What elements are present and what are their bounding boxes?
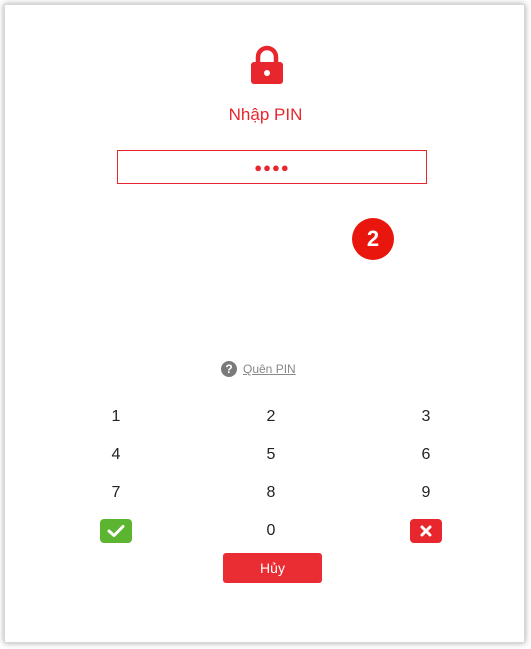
check-icon <box>107 525 125 537</box>
key-0[interactable]: 0 <box>251 518 291 544</box>
key-4[interactable]: 4 <box>96 442 136 468</box>
key-7[interactable]: 7 <box>96 480 136 506</box>
forgot-pin-link[interactable]: ? Quên PIN <box>221 361 296 377</box>
key-5[interactable]: 5 <box>251 442 291 468</box>
key-3[interactable]: 3 <box>406 404 446 430</box>
pin-dialog <box>4 4 525 643</box>
forgot-pin-label: Quên PIN <box>243 362 296 376</box>
delete-button[interactable] <box>410 519 442 543</box>
step-badge: 2 <box>352 218 394 260</box>
close-icon <box>420 525 432 537</box>
key-8[interactable]: 8 <box>251 480 291 506</box>
key-9[interactable]: 9 <box>406 480 446 506</box>
key-2[interactable]: 2 <box>251 404 291 430</box>
key-6[interactable]: 6 <box>406 442 446 468</box>
cancel-button[interactable]: Hủy <box>223 553 322 583</box>
lock-icon <box>251 45 283 84</box>
key-1[interactable]: 1 <box>96 404 136 430</box>
pin-input[interactable]: ●●●● <box>117 150 427 184</box>
page-title: Nhập PIN <box>228 105 303 124</box>
confirm-button[interactable] <box>100 519 132 543</box>
question-icon: ? <box>221 361 237 377</box>
